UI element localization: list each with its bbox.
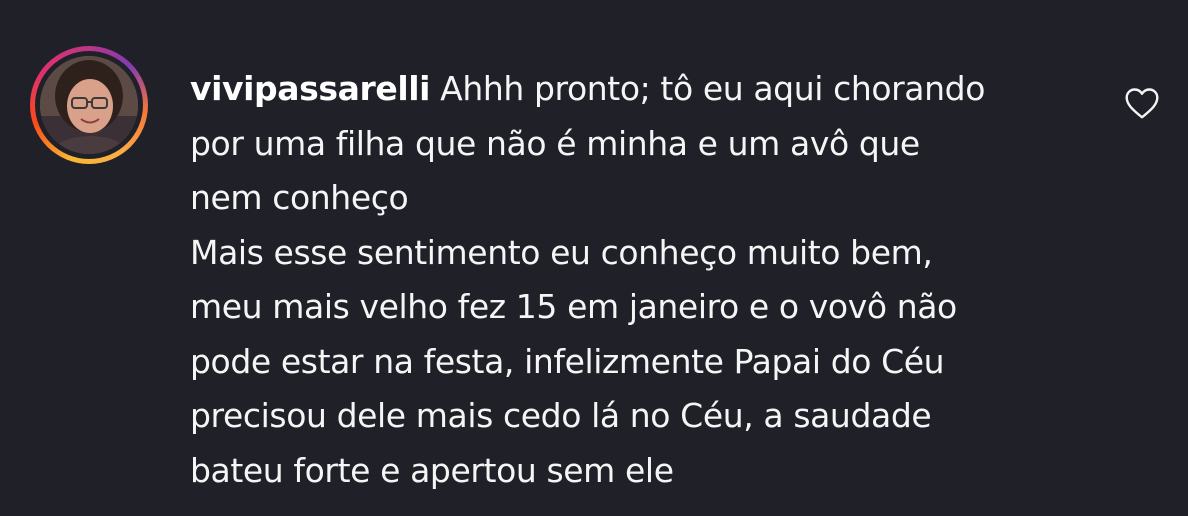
username-link[interactable]: vivipassarelli [190, 69, 430, 108]
comment-line: pode estar na festa, infelizmente Papai … [190, 341, 945, 381]
comment-text: vivipassarelli Ahhh pronto; tô eu aqui c… [190, 62, 1090, 498]
comment-first-line: vivipassarelli Ahhh pronto; tô eu aqui c… [190, 62, 1090, 117]
comment-first-line-text: Ahhh pronto; tô eu aqui chorando [430, 69, 985, 108]
comment-line: bateu forte e apertou sem ele [190, 450, 674, 490]
like-button[interactable] [1124, 86, 1160, 120]
heart-outline-icon [1125, 88, 1159, 119]
comment-line: meu mais velho fez 15 em janeiro e o vov… [190, 287, 957, 326]
comment-line: por uma filha que não é minha e um avô q… [190, 123, 920, 163]
comment-line: nem conheço [190, 178, 409, 217]
comment-line: Mais esse sentimento eu conheço muito be… [190, 232, 933, 272]
profile-photo-icon [40, 56, 138, 154]
avatar-story-ring[interactable] [30, 46, 148, 164]
avatar[interactable] [40, 56, 138, 154]
comment-line: precisou dele mais cedo lá no Céu, a sau… [190, 396, 932, 435]
comment: vivipassarelli Ahhh pronto; tô eu aqui c… [0, 0, 1188, 516]
